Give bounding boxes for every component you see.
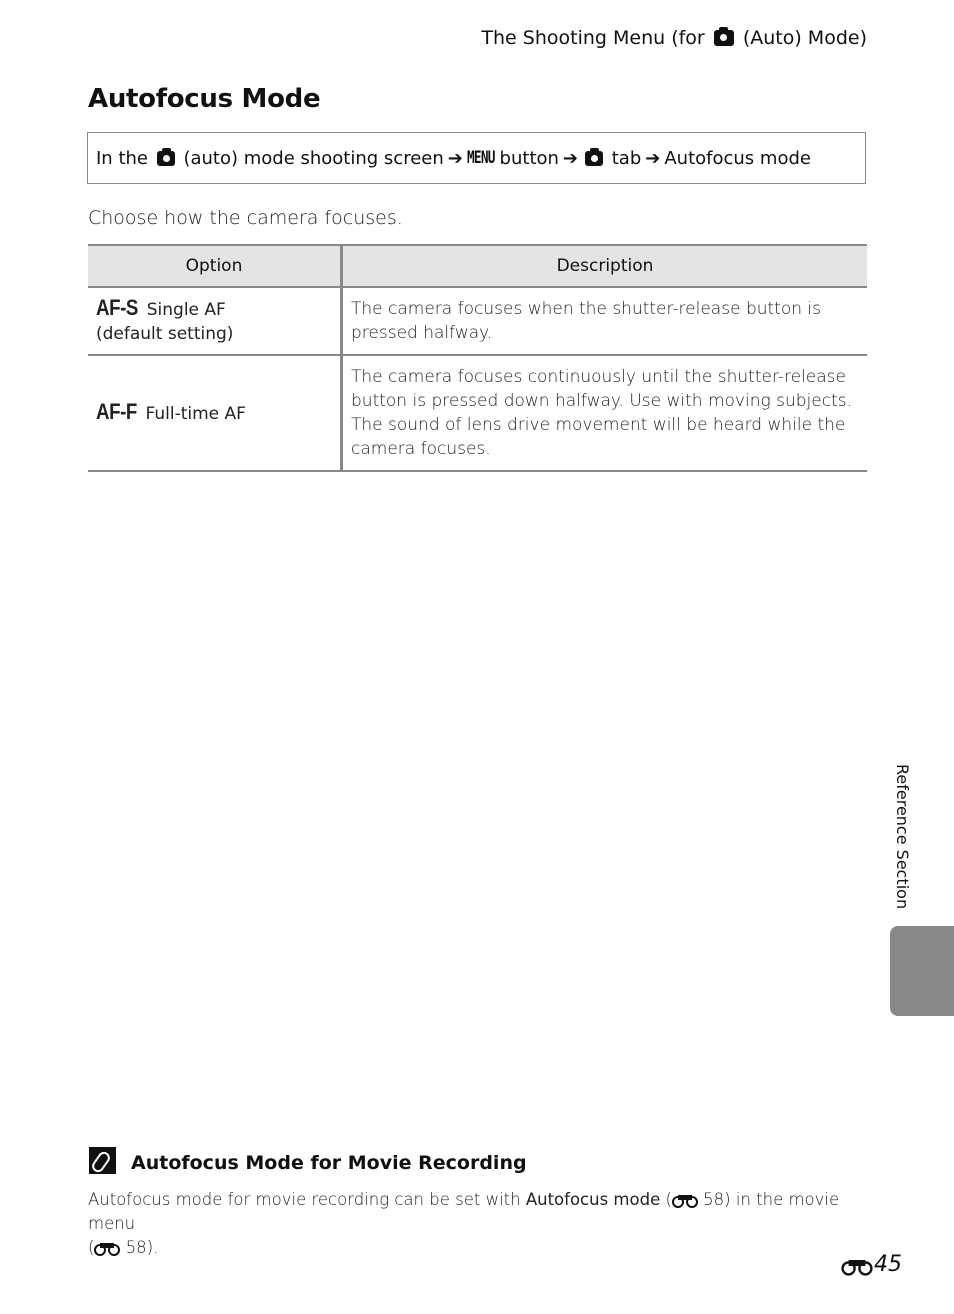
reference-binoculars-icon <box>94 1242 121 1256</box>
running-head: The Shooting Menu (for (Auto) Mode) <box>481 27 867 49</box>
page-number: 45 <box>841 1252 902 1277</box>
section-tab-label: Reference Section <box>893 764 912 910</box>
menu-path-text: In the <box>96 147 148 169</box>
option-label: Single AF <box>146 300 226 320</box>
table-row: AF-S Single AF (default setting) The cam… <box>88 287 867 356</box>
note-bold-term: Autofocus mode <box>525 1190 661 1209</box>
option-sublabel: (default setting) <box>96 324 234 344</box>
note-title: Autofocus Mode for Movie Recording <box>131 1152 527 1174</box>
header-option: Option <box>88 244 343 288</box>
menu-path-box: In the (auto) mode shooting screen ➔ MEN… <box>87 132 866 184</box>
menu-path-text: button <box>499 147 559 169</box>
af-s-icon: AF-S <box>96 295 138 320</box>
table-row: AF-F Full-time AF The camera focuses con… <box>88 355 867 472</box>
header-description: Description <box>341 244 867 288</box>
page-title: Autofocus Mode <box>88 84 321 114</box>
arrow-right-icon: ➔ <box>447 147 463 169</box>
note-paperclip-icon <box>89 1147 116 1174</box>
page-reference-link[interactable]: 58 <box>126 1238 147 1257</box>
page-reference-link[interactable]: 58 <box>703 1190 724 1209</box>
options-table: Option Description AF-S Single AF (defau… <box>88 244 867 472</box>
note-body: Autofocus mode for movie recording can b… <box>88 1190 840 1257</box>
menu-path-text: Autofocus mode <box>664 147 811 169</box>
page-number-text: 45 <box>874 1252 902 1277</box>
option-label: Full-time AF <box>145 404 246 424</box>
section-tab <box>890 926 954 1016</box>
description-cell: The camera focuses when the shutter-rele… <box>341 287 867 356</box>
menu-button-icon: MENU <box>466 148 495 168</box>
af-f-icon: AF-F <box>96 399 137 424</box>
arrow-right-icon: ➔ <box>645 147 661 169</box>
camera-icon <box>156 147 175 166</box>
option-cell: AF-F Full-time AF <box>88 355 343 472</box>
arrow-right-icon: ➔ <box>562 147 579 169</box>
reference-binoculars-icon <box>671 1194 698 1208</box>
running-head-prefix: The Shooting Menu (for <box>481 27 705 49</box>
option-cell: AF-S Single AF (default setting) <box>88 287 343 356</box>
menu-path-text: tab <box>611 147 642 169</box>
running-head-suffix: (Auto) Mode) <box>742 27 867 49</box>
reference-binoculars-icon <box>841 1259 873 1276</box>
camera-icon <box>713 27 734 46</box>
description-cell: The camera focuses continuously until th… <box>341 355 867 472</box>
intro-text: Choose how the camera focuses. <box>88 207 403 229</box>
menu-path-text: (auto) mode shooting screen <box>183 147 444 169</box>
camera-icon <box>585 147 604 166</box>
note-text: Autofocus mode for movie recording can b… <box>88 1190 521 1209</box>
